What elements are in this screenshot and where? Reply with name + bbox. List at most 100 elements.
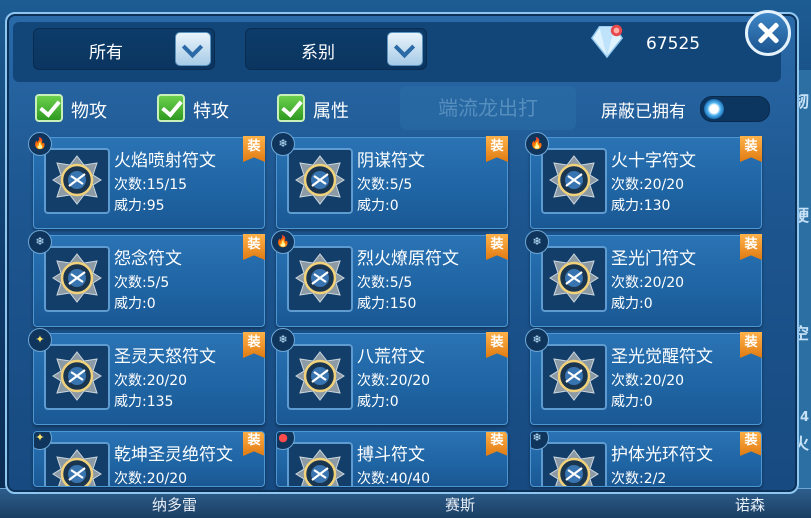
- rune-icon: [549, 449, 599, 486]
- rune-name: 怨念符文: [114, 249, 182, 269]
- rune-icon: [295, 449, 345, 486]
- bottom-label: 纳多雷: [152, 496, 198, 514]
- equip-badge-icon: 装: [243, 136, 265, 162]
- rune-icon: [52, 351, 102, 401]
- chevron-down-icon[interactable]: [387, 32, 423, 66]
- dropdown-all-label: 所有: [89, 43, 123, 63]
- hide-owned-label: 屏蔽已拥有: [601, 102, 686, 122]
- rune-times: 次数:5/5: [114, 275, 170, 291]
- equip-badge-icon: 装: [243, 432, 264, 456]
- equip-badge-icon: 装: [740, 332, 762, 358]
- equip-badge-icon: 装: [243, 234, 265, 260]
- rune-icon-frame: [44, 246, 110, 312]
- rune-power: 威力:0: [357, 198, 399, 214]
- rune-icon-frame: [287, 246, 353, 312]
- element-icon: ❄: [271, 328, 295, 352]
- rune-icon: [295, 253, 345, 303]
- rune-power: 威力:95: [114, 198, 165, 214]
- rune-icon-frame: [44, 442, 110, 486]
- rune-card[interactable]: ❄ 装 圣光觉醒符文 次数:20/20 威力:0: [525, 328, 762, 425]
- rune-card[interactable]: ❄ 装 护体光环符文 次数:2/2: [530, 431, 762, 487]
- rune-times: 次数:20/20: [611, 373, 685, 389]
- dropdown-all[interactable]: 所有: [33, 28, 215, 70]
- rune-name: 火焰喷射符文: [114, 151, 216, 171]
- rune-name: 火十字符文: [611, 151, 696, 171]
- rune-icon-frame: [541, 344, 607, 410]
- rune-card[interactable]: ❄ 装 阴谋符文 次数:5/5 威力:0: [271, 132, 508, 229]
- rune-icon-frame: [541, 148, 607, 214]
- rune-name: 圣灵天怒符文: [114, 347, 216, 367]
- equip-badge-icon: 装: [486, 432, 507, 456]
- bottom-label: 诺森: [735, 496, 766, 514]
- rune-power: 威力:0: [114, 296, 156, 312]
- rune-card[interactable]: ❄ 装 八荒符文 次数:20/20 威力:0: [271, 328, 508, 425]
- rune-name: 护体光环符文: [611, 445, 713, 465]
- equip-badge-icon: 装: [740, 136, 762, 162]
- checkbox-icon[interactable]: [35, 94, 63, 122]
- rune-icon: [549, 351, 599, 401]
- rune-name: 阴谋符文: [357, 151, 425, 171]
- checkbox-icon[interactable]: [157, 94, 185, 122]
- rune-power: 威力:130: [611, 198, 671, 214]
- rune-icon: [295, 155, 345, 205]
- element-icon: ❄: [525, 328, 549, 352]
- rune-times: 次数:15/15: [114, 177, 188, 193]
- element-icon: ❄: [28, 230, 52, 254]
- rune-times: 次数:20/20: [611, 177, 685, 193]
- equip-badge-icon: 装: [243, 332, 265, 358]
- rune-icon-frame: [44, 344, 110, 410]
- rune-power: 威力:0: [611, 394, 653, 410]
- rune-name: 八荒符文: [357, 347, 425, 367]
- rune-icon: [295, 351, 345, 401]
- rune-card[interactable]: ✦ 装 圣灵天怒符文 次数:20/20 威力:135: [28, 328, 265, 425]
- rune-name: 搏斗符文: [357, 445, 425, 465]
- rune-times: 次数:2/2: [611, 471, 667, 487]
- bottom-label: 赛斯: [445, 496, 476, 514]
- rune-icon-frame: [287, 442, 353, 486]
- rune-name: 圣光门符文: [611, 249, 696, 269]
- element-icon: 🔥: [525, 132, 549, 156]
- rune-icon-frame: [287, 148, 353, 214]
- rune-times: 次数:20/20: [357, 373, 431, 389]
- element-icon: ✦: [28, 328, 52, 352]
- equip-badge-icon: 装: [740, 234, 762, 260]
- chevron-down-icon[interactable]: [175, 32, 211, 66]
- close-button[interactable]: [745, 10, 791, 56]
- rune-times: 次数:20/20: [114, 373, 188, 389]
- equip-badge-icon: 装: [486, 136, 508, 162]
- dropdown-series[interactable]: 系别: [245, 28, 427, 70]
- rune-power: 威力:0: [357, 394, 399, 410]
- toggle-knob: [704, 99, 724, 119]
- rune-name: 乾坤圣灵绝符文: [114, 445, 233, 465]
- element-icon: 🔥: [271, 230, 295, 254]
- rune-icon: [52, 253, 102, 303]
- rune-times: 次数:5/5: [357, 177, 413, 193]
- rune-card[interactable]: ❄ 装 怨念符文 次数:5/5 威力:0: [28, 230, 265, 327]
- checkbox-icon[interactable]: [277, 94, 305, 122]
- rune-card[interactable]: 🔥 装 火十字符文 次数:20/20 威力:130: [525, 132, 762, 229]
- rune-icon-frame: [541, 442, 607, 486]
- rune-card[interactable]: ● 装 搏斗符文 次数:40/40: [276, 431, 508, 487]
- rune-card[interactable]: 🔥 装 烈火燎原符文 次数:5/5 威力:150: [271, 230, 508, 327]
- rune-icon-frame: [287, 344, 353, 410]
- currency-value: 67525: [646, 34, 701, 54]
- hide-owned-toggle[interactable]: [700, 96, 770, 122]
- rune-name: 烈火燎原符文: [357, 249, 459, 269]
- rune-times: 次数:20/20: [114, 471, 188, 487]
- rune-card[interactable]: ❄ 装 圣光门符文 次数:20/20 威力:0: [525, 230, 762, 327]
- element-icon: ❄: [525, 230, 549, 254]
- rune-power: 威力:0: [611, 296, 653, 312]
- gem-icon: [590, 24, 624, 59]
- rune-times: 次数:40/40: [357, 471, 431, 487]
- rune-icon: [52, 449, 102, 486]
- rune-icon: [549, 155, 599, 205]
- rune-card[interactable]: ✦ 装 乾坤圣灵绝符文 次数:20/20: [33, 431, 265, 487]
- element-icon: ❄: [271, 132, 295, 156]
- filter-label: 物攻: [71, 101, 107, 122]
- equip-badge-icon: 装: [740, 432, 761, 456]
- rune-card[interactable]: 🔥 装 火焰喷射符文 次数:15/15 威力:95: [28, 132, 265, 229]
- dropdown-series-label: 系别: [301, 43, 335, 63]
- rune-icon: [52, 155, 102, 205]
- filter-label: 属性: [313, 101, 349, 122]
- rune-times: 次数:5/5: [357, 275, 413, 291]
